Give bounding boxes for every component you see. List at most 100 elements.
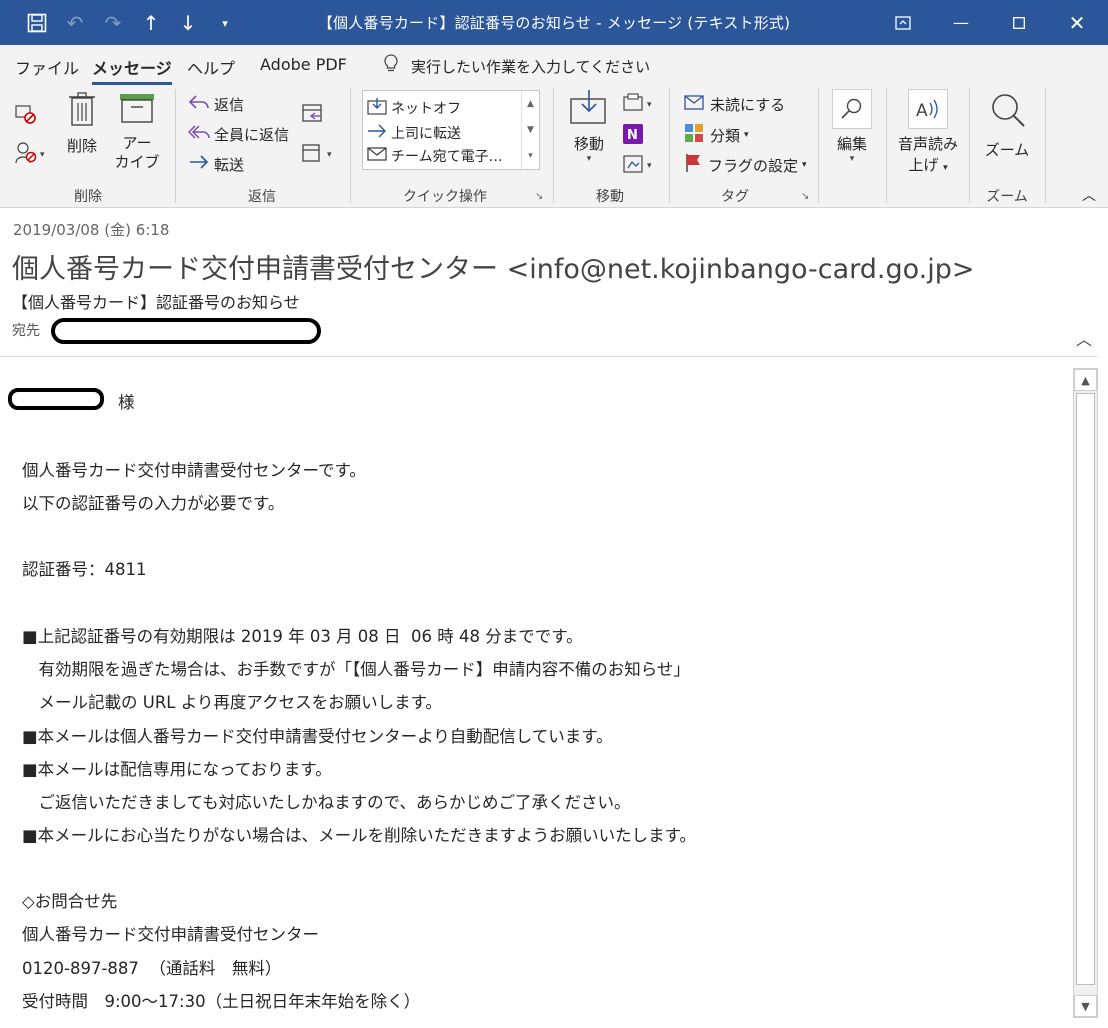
zoom-label: ズーム [984,141,1030,159]
tab-adobe-pdf[interactable]: Adobe PDF [260,55,347,74]
group-label-move: 移動 [596,189,624,205]
quick-steps-scroller[interactable]: ▲ ▼ ▾ [521,91,539,169]
gallery-down-icon[interactable]: ▼ [522,117,539,143]
editing-dropdown-icon: ▾ [849,154,855,164]
reply-icon [188,93,210,115]
read-aloud-dropdown-icon: ▾ [943,163,948,173]
junk-icon: ▾ [14,141,48,169]
body-line: 個人番号カード交付申請書受付センターです。 [22,461,366,480]
subject: 【個人番号カード】認証番号のお知らせ [12,293,300,312]
archive-icon [114,91,160,130]
verification-code: 認証番号：4811 [22,560,147,579]
tab-message[interactable]: メッセージ [92,55,172,85]
tab-help[interactable]: ヘルプ [187,55,235,79]
scroll-thumb[interactable] [1076,393,1095,985]
onenote-icon: N [622,123,644,149]
reply-label: 返信 [214,95,245,114]
lightbulb-icon [383,54,399,78]
divider [818,89,819,203]
arrow-right-icon [367,122,387,144]
categorize-dropdown-icon: ▾ [744,130,749,140]
reply-all-icon [187,123,210,145]
reply-button[interactable]: 返信 [188,93,244,115]
group-label-quick-steps: クイック操作 [403,189,487,205]
minimize-icon[interactable]: — [938,0,984,45]
message-body: 様 個人番号カード交付申請書受付センターです。 以下の認証番号の入力が必要です。… [0,368,1070,1028]
flag-label: フラグの設定 [708,156,799,175]
meeting-reply-button[interactable] [301,101,325,129]
editing-label: 編集 [836,135,867,153]
body-line: ■上記認証番号の有効期限は 2019 年 03 月 08 日 06 時 48 分… [22,627,583,646]
rules-icon: ▾ [622,93,656,117]
sender[interactable]: 個人番号カード交付申請書受付センター <info@net.kojinbango-… [12,247,975,286]
quick-step-1-label: ネットオフ [391,101,461,117]
ribbon-display-options-icon[interactable] [880,0,926,45]
quick-steps-gallery: ネットオフ 上司に転送 チーム宛て電子… ▲ ▼ ▾ [362,90,540,170]
download-icon [367,97,387,119]
zoom-button[interactable]: ズーム [982,91,1032,160]
tell-me-box[interactable]: 実行したい作業を入力してください [383,54,650,78]
reply-all-button[interactable]: 全員に返信 [187,123,290,145]
categorize-label: 分類 [710,126,741,145]
rules-button[interactable]: ▾ [622,93,656,117]
quick-steps-launcher-icon[interactable]: ↘ [535,191,543,202]
quick-step-2-label: 上司に転送 [391,126,461,142]
scroll-up-icon[interactable]: ▲ [1074,369,1097,391]
ignore-button[interactable] [14,103,38,129]
gallery-more-icon[interactable]: ▾ [522,143,539,169]
header-divider [0,356,1098,357]
divider [1045,89,1046,203]
scroll-down-icon[interactable]: ▼ [1074,995,1097,1017]
delete-button[interactable]: 削除 [62,91,102,156]
group-label-zoom: ズーム [986,189,1028,205]
more-respond-button[interactable]: ▾ [301,141,337,169]
group-label-respond: 返信 [248,189,276,205]
divider [175,89,176,203]
sent-date: 2019/03/08 (金) 6:18 [13,221,170,239]
move-button[interactable]: 移動 ▾ [566,89,612,164]
editing-button[interactable]: 編集 ▾ [828,89,876,164]
actions-icon: ▾ [622,153,656,179]
vertical-scrollbar[interactable]: ▲ ▼ [1073,368,1098,1018]
more-respond-icon: ▾ [301,141,337,169]
archive-button[interactable]: アー カイブ [114,91,160,172]
quick-step-1[interactable]: ネットオフ [367,97,461,119]
group-label-tags: タグ [721,189,749,205]
forward-icon [188,153,210,175]
title-bar: ↶ ↷ ↑ ↓ ▾ 【個人番号カード】認証番号のお知らせ - メッセージ (テキ… [0,0,1108,45]
reply-all-label: 全員に返信 [214,125,290,144]
read-aloud-button[interactable]: A 音声読み 上げ ▾ [894,89,962,175]
actions-button[interactable]: ▾ [622,153,656,179]
delete-label: 削除 [66,137,97,155]
tags-launcher-icon[interactable]: ↘ [801,191,809,202]
forward-button[interactable]: 転送 [188,153,244,175]
categorize-button[interactable]: 分類 ▾ [684,123,749,147]
tell-me-text: 実行したい作業を入力してください [411,57,651,76]
ribbon: ▾ 削除 アー カイブ 削除 返信 全員に返信 転送 ▾ 返信 ネットオフ 上司… [0,85,1108,208]
move-label: 移動 [573,135,604,153]
body-line: ■本メールにお心当たりがない場合は、メールを削除いただきますようお願いいたします… [22,826,696,845]
quick-step-2[interactable]: 上司に転送 [367,122,461,144]
contact-name: 個人番号カード交付申請書受付センター [22,925,319,944]
to-label: 宛先 [12,323,40,339]
gallery-up-icon[interactable]: ▲ [522,91,539,117]
junk-button[interactable]: ▾ [14,141,48,169]
maximize-icon[interactable] [996,0,1042,45]
close-icon[interactable]: ✕ [1054,0,1100,45]
divider [886,89,887,203]
mark-unread-button[interactable]: 未読にする [684,93,785,115]
svg-text:A: A [916,101,928,121]
categorize-icon [684,123,706,147]
collapse-header-icon[interactable]: ︿ [1076,326,1092,350]
quick-step-3[interactable]: チーム宛て電子… [367,146,503,166]
tab-file[interactable]: ファイル [15,55,79,79]
collapse-ribbon-icon[interactable]: ︿ [1082,185,1096,205]
svg-text:▾: ▾ [327,150,332,160]
group-label-delete: 削除 [74,189,102,205]
flag-icon [684,153,704,177]
flag-button[interactable]: フラグの設定 ▾ [684,153,807,177]
divider [969,89,970,203]
contact-phone: 0120-897-887 （通話料 無料） [22,959,282,978]
onenote-button[interactable]: N [622,123,644,149]
mark-unread-label: 未読にする [710,95,786,114]
